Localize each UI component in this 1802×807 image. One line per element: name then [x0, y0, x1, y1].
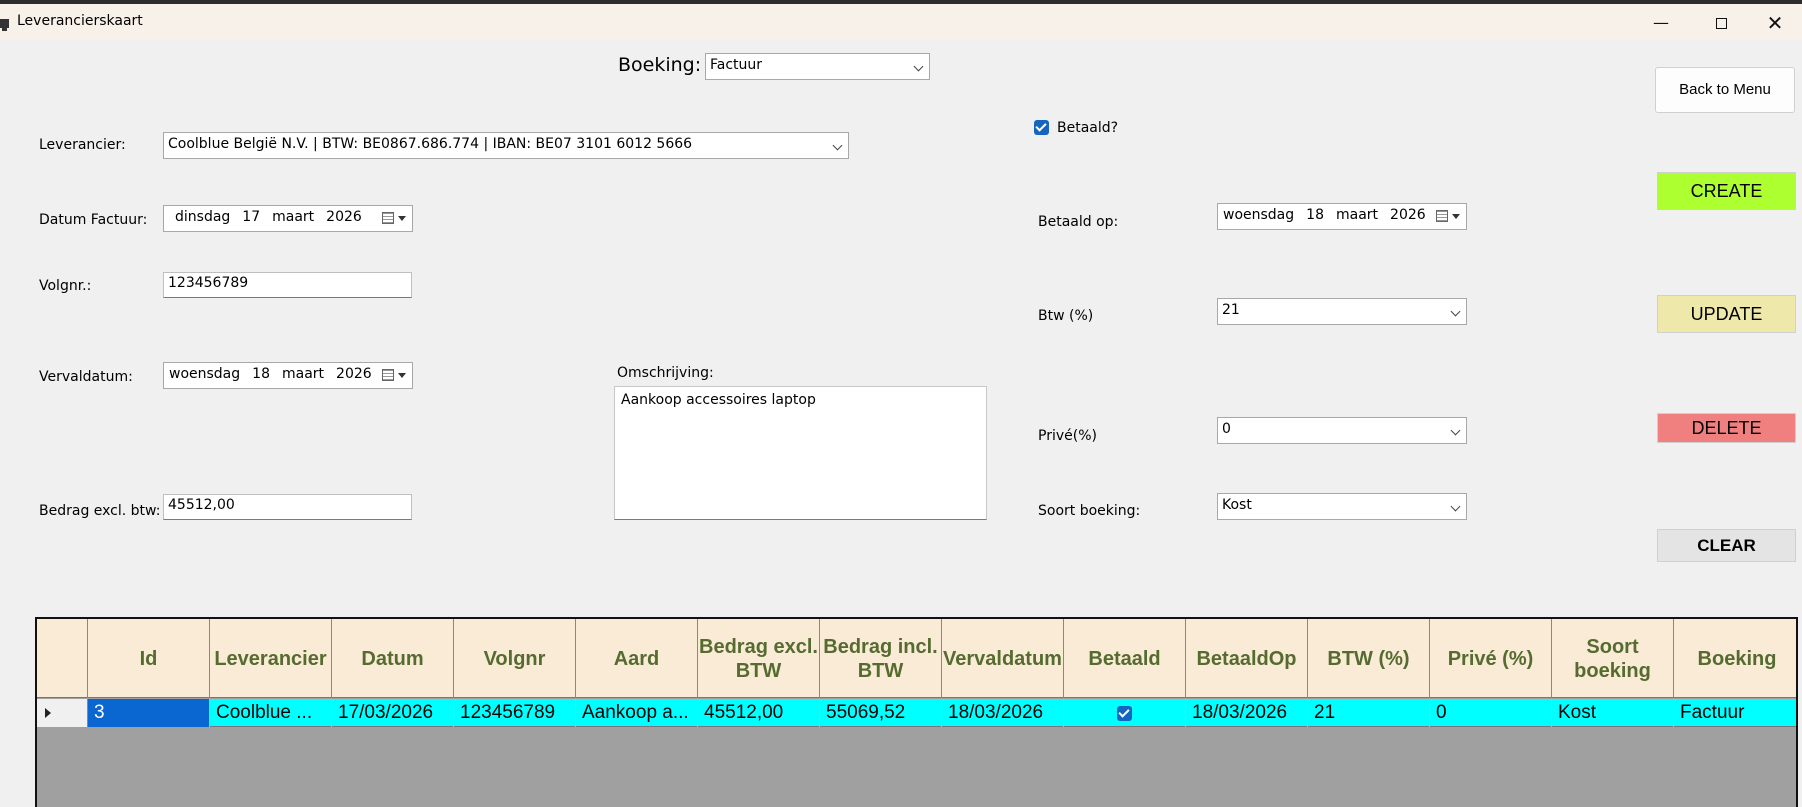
column-header-betaald[interactable]: Betaald — [1064, 619, 1186, 698]
create-button[interactable]: CREATE — [1657, 172, 1796, 210]
leverancier-value: Coolblue België N.V. | BTW: BE0867.686.7… — [168, 136, 693, 152]
cell-leverancier[interactable]: Coolblue ... — [210, 699, 332, 727]
boeking-value: Factuur — [710, 57, 763, 73]
vervaldatum-year: 2026 — [336, 366, 372, 382]
vervaldatum-label: Vervaldatum: — [39, 369, 133, 385]
btw-label: Btw (%) — [1038, 308, 1094, 324]
cell-bedrag-incl[interactable]: 55069,52 — [820, 699, 942, 727]
cell-datum[interactable]: 17/03/2026 — [332, 699, 454, 727]
dropdown-arrow-icon — [398, 373, 406, 378]
btw-select[interactable]: 21 — [1217, 298, 1467, 325]
cell-betaald[interactable] — [1064, 699, 1186, 727]
datum-factuur-weekday: dinsdag — [175, 209, 231, 225]
column-header-betaaldop[interactable]: BetaaldOp — [1186, 619, 1308, 698]
betaald-op-month: maart — [1335, 207, 1379, 223]
chevron-down-icon — [1450, 306, 1461, 317]
column-header-btw[interactable]: BTW (%) — [1308, 619, 1430, 698]
vervaldatum-month: maart — [281, 366, 325, 382]
boeking-label: Boeking: — [618, 54, 702, 76]
boeking-select[interactable]: Factuur — [705, 53, 930, 80]
column-header-bedrag-excl[interactable]: Bedrag excl. BTW — [698, 619, 820, 698]
cell-prive[interactable]: 0 — [1430, 699, 1552, 727]
prive-select[interactable]: 0 — [1217, 417, 1467, 444]
datum-factuur-month: maart — [272, 209, 315, 225]
bedrag-excl-input[interactable]: 45512,00 — [163, 494, 412, 520]
cell-id[interactable]: 3 — [88, 699, 210, 727]
back-to-menu-button[interactable]: Back to Menu — [1655, 67, 1795, 113]
clear-button[interactable]: CLEAR — [1657, 529, 1796, 562]
column-header-leverancier[interactable]: Leverancier — [210, 619, 332, 698]
soort-boeking-label: Soort boeking: — [1038, 503, 1141, 519]
btw-value: 21 — [1222, 302, 1240, 318]
calendar-icon — [382, 369, 394, 381]
grid-header: Id Leverancier Datum Volgnr Aard Bedrag … — [37, 619, 1796, 698]
betaald-op-label: Betaald op: — [1038, 214, 1119, 230]
soort-boeking-select[interactable]: Kost — [1217, 493, 1467, 520]
title-bar: Leverancierskaart — ✕ — [0, 4, 1802, 40]
prive-value: 0 — [1222, 421, 1231, 437]
window-title: Leverancierskaart — [17, 13, 143, 29]
column-header-volgnr[interactable]: Volgnr — [454, 619, 576, 698]
close-button[interactable]: ✕ — [1752, 10, 1798, 36]
column-header-bedrag-incl[interactable]: Bedrag incl. BTW — [820, 619, 942, 698]
dropdown-arrow-icon — [1452, 214, 1460, 219]
datum-factuur-label: Datum Factuur: — [39, 212, 148, 228]
cell-aard[interactable]: Aankoop a... — [576, 699, 698, 727]
prive-label: Privé(%) — [1038, 428, 1097, 444]
app-icon — [0, 19, 9, 31]
chevron-down-icon — [832, 140, 843, 151]
volgnr-label: Volgnr.: — [39, 278, 92, 294]
betaald-label: Betaald? — [1057, 120, 1119, 136]
chevron-down-icon — [1450, 501, 1461, 512]
betaald-op-picker[interactable]: woensdag 18 maart 2026 — [1217, 203, 1467, 230]
betaald-op-year: 2026 — [1390, 207, 1426, 223]
betaald-cell-checkbox[interactable] — [1117, 706, 1132, 721]
cell-btw[interactable]: 21 — [1308, 699, 1430, 727]
cell-volgnr[interactable]: 123456789 — [454, 699, 576, 727]
column-header-soort-boeking[interactable]: Soort boeking — [1552, 619, 1674, 698]
maximize-button[interactable] — [1698, 10, 1744, 36]
cell-boeking[interactable]: Factuur — [1674, 699, 1796, 727]
vervaldatum-weekday: woensdag — [169, 366, 241, 382]
leverancier-select[interactable]: Coolblue België N.V. | BTW: BE0867.686.7… — [163, 132, 849, 159]
minimize-button[interactable]: — — [1638, 10, 1684, 36]
column-header-datum[interactable]: Datum — [332, 619, 454, 698]
row-header[interactable] — [37, 699, 88, 727]
cell-soort[interactable]: Kost — [1552, 699, 1674, 727]
dropdown-arrow-icon — [398, 216, 406, 221]
column-header-id[interactable]: Id — [88, 619, 210, 698]
betaald-op-day: 18 — [1306, 207, 1324, 223]
betaald-op-weekday: woensdag — [1223, 207, 1295, 223]
table-row[interactable]: 3 Coolblue ... 17/03/2026 123456789 Aank… — [37, 699, 1796, 727]
chevron-down-icon — [1450, 425, 1461, 436]
grid-header-corner[interactable] — [37, 619, 88, 698]
maximize-icon — [1715, 18, 1727, 29]
datum-factuur-year: 2026 — [326, 209, 362, 225]
volgnr-input[interactable]: 123456789 — [163, 272, 412, 298]
omschrijving-textarea[interactable]: Aankoop accessoires laptop — [614, 386, 987, 520]
soort-boeking-value: Kost — [1222, 497, 1252, 513]
cell-betaaldop[interactable]: 18/03/2026 — [1186, 699, 1308, 727]
vervaldatum-day: 18 — [252, 366, 270, 382]
current-row-icon — [45, 708, 51, 718]
leverancier-label: Leverancier: — [39, 137, 126, 153]
column-header-aard[interactable]: Aard — [576, 619, 698, 698]
cell-vervaldatum[interactable]: 18/03/2026 — [942, 699, 1064, 727]
omschrijving-label: Omschrijving: — [617, 365, 714, 381]
column-header-prive[interactable]: Privé (%) — [1430, 619, 1552, 698]
cell-bedrag-excl[interactable]: 45512,00 — [698, 699, 820, 727]
betaald-checkbox[interactable] — [1034, 120, 1049, 135]
datum-factuur-day: 17 — [242, 209, 261, 225]
column-header-boeking[interactable]: Boeking — [1674, 619, 1796, 698]
bedrag-excl-label: Bedrag excl. btw: — [39, 503, 161, 519]
calendar-icon — [382, 212, 394, 224]
vervaldatum-picker[interactable]: woensdag 18 maart 2026 — [163, 362, 413, 389]
chevron-down-icon — [913, 61, 924, 72]
data-grid[interactable]: Id Leverancier Datum Volgnr Aard Bedrag … — [35, 617, 1798, 807]
update-button[interactable]: UPDATE — [1657, 295, 1796, 333]
delete-button[interactable]: DELETE — [1657, 413, 1796, 443]
datum-factuur-picker[interactable]: dinsdag 17 maart 2026 — [163, 205, 413, 232]
column-header-vervaldatum[interactable]: Vervaldatum — [942, 619, 1064, 698]
calendar-icon — [1436, 210, 1448, 222]
